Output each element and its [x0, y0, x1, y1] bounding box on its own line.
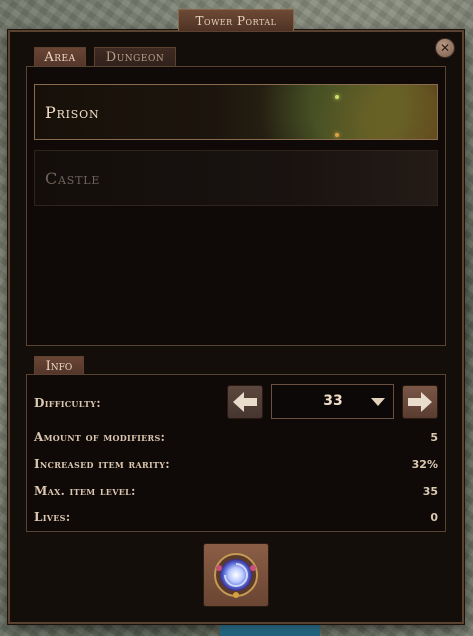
background-scene-fragment	[220, 622, 320, 636]
stat-value-rarity: 32%	[411, 458, 438, 471]
stat-label-rarity: Increased item rarity:	[34, 457, 171, 471]
difficulty-label: Difficulty:	[34, 396, 101, 410]
arrow-right-icon	[408, 392, 432, 412]
difficulty-next-button[interactable]	[402, 385, 438, 419]
stat-value-item-level: 35	[422, 485, 438, 498]
close-icon: ✕	[439, 41, 451, 55]
stat-label-modifiers: Amount of modifiers:	[34, 430, 166, 444]
stat-value-modifiers: 5	[430, 431, 438, 444]
stat-value-lives: 0	[430, 511, 438, 524]
window-title: Tower Portal	[178, 9, 294, 31]
spark-decoration	[335, 133, 339, 137]
close-button[interactable]: ✕	[435, 38, 455, 58]
chevron-down-icon	[371, 398, 385, 406]
tab-info: Info	[34, 356, 84, 375]
tab-dungeon[interactable]: Dungeon	[94, 47, 176, 67]
portal-icon	[214, 553, 258, 598]
area-item-label: Castle	[45, 168, 101, 188]
stat-label-lives: Lives:	[34, 510, 71, 524]
area-item-castle[interactable]: Castle	[34, 150, 438, 206]
arrow-left-icon	[233, 392, 257, 412]
difficulty-prev-button[interactable]	[227, 385, 263, 419]
spark-decoration	[335, 95, 339, 99]
difficulty-dropdown[interactable]: 33	[271, 384, 394, 419]
area-item-prison[interactable]: Prison	[34, 84, 438, 140]
open-portal-button[interactable]	[203, 543, 269, 607]
tab-area[interactable]: Area	[34, 47, 86, 67]
stat-label-item-level: Max. item level:	[34, 484, 136, 498]
area-item-label: Prison	[45, 102, 100, 122]
